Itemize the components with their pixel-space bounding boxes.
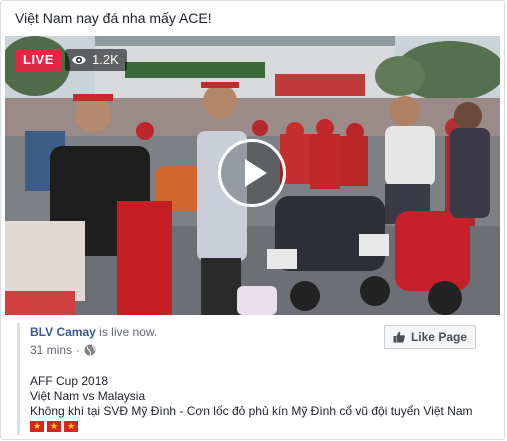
vietnam-flag-icon: ★ bbox=[64, 421, 78, 432]
vietnam-flag-icon: ★ bbox=[47, 421, 61, 432]
viewer-count-text: 1.2K bbox=[92, 52, 119, 67]
vietnam-flag-icon: ★ bbox=[30, 421, 44, 432]
globe-icon[interactable] bbox=[84, 344, 96, 356]
play-icon bbox=[245, 159, 267, 187]
live-badge: LIVE bbox=[15, 49, 62, 71]
live-status-text: is live now. bbox=[95, 325, 158, 339]
post-timestamp[interactable]: 31 mins bbox=[30, 342, 72, 358]
play-button[interactable] bbox=[218, 139, 286, 207]
like-page-label: Like Page bbox=[410, 330, 467, 344]
video-description: AFF Cup 2018 Việt Nam vs Malaysia Không … bbox=[30, 374, 492, 432]
meta-separator: · bbox=[76, 343, 81, 357]
viewer-count-badge: 1.2K bbox=[65, 49, 127, 71]
page-name-link[interactable]: BLV Camay bbox=[30, 325, 96, 339]
description-line: Không khí tại SVĐ Mỹ Đình - Cơn lốc đỏ p… bbox=[30, 404, 473, 418]
post-caption: Việt Nam nay đá nha mấy ACE! bbox=[15, 10, 212, 26]
description-line: AFF Cup 2018 bbox=[30, 374, 109, 388]
like-page-button[interactable]: Like Page bbox=[383, 325, 476, 349]
thumbs-up-icon bbox=[393, 331, 405, 343]
video-player[interactable]: LIVE 1.2K bbox=[5, 36, 500, 315]
live-attachment: BLV Camay is live now. 31 mins · Like Pa… bbox=[17, 323, 492, 435]
eye-icon bbox=[72, 55, 86, 65]
vietnam-flags: ★ ★ ★ bbox=[30, 421, 492, 432]
live-video-post: Việt Nam nay đá nha mấy ACE! LIVE 1.2K B… bbox=[0, 0, 505, 440]
description-line: Việt Nam vs Malaysia bbox=[30, 389, 146, 403]
